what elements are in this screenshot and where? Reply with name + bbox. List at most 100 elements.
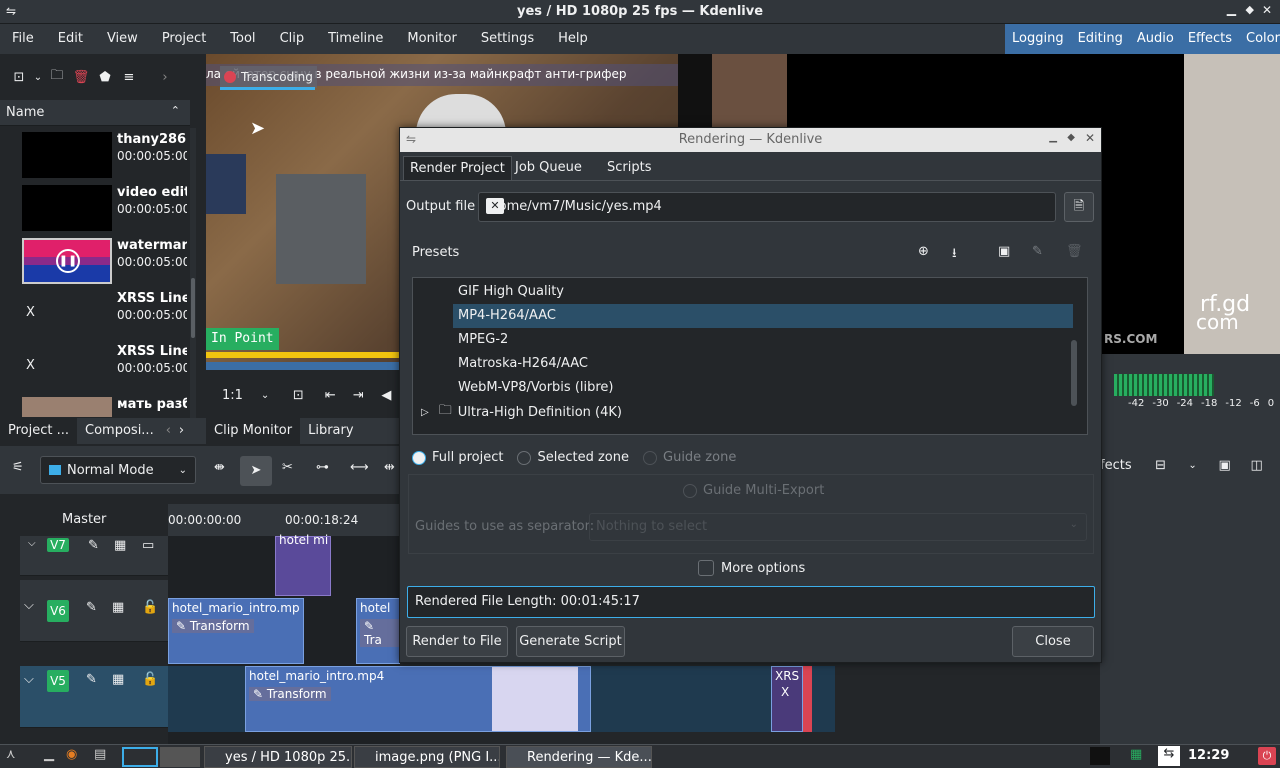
split-icon[interactable]: ◫ bbox=[1246, 458, 1268, 473]
folder-icon[interactable]: 🗀 bbox=[46, 66, 68, 88]
settings-icon[interactable]: ⚟ bbox=[12, 460, 24, 475]
menu-timeline[interactable]: Timeline bbox=[316, 24, 395, 54]
clock[interactable]: 12:29 bbox=[1188, 748, 1229, 763]
slip-tool-icon[interactable]: ⊶ bbox=[316, 460, 329, 475]
menu-help[interactable]: Help bbox=[546, 24, 600, 54]
timeline-clip-red[interactable] bbox=[803, 666, 812, 732]
guide-multi-export-checkbox[interactable]: Guide Multi-Export bbox=[683, 483, 824, 498]
track-header-v7[interactable]: ⌵ V7 ✎ ▦ ▭ bbox=[20, 536, 168, 576]
bin-clip-item[interactable]: мать разб bbox=[0, 393, 190, 417]
close-icon[interactable]: ✕ bbox=[1085, 131, 1095, 145]
delete-preset-icon[interactable]: 🗑 bbox=[1066, 244, 1083, 259]
tab-scripts[interactable]: Scripts bbox=[601, 156, 657, 180]
preset-item-selected[interactable]: MP4-H264/AAC bbox=[453, 304, 1073, 328]
layout-effects[interactable]: Effects bbox=[1181, 24, 1239, 54]
menu-monitor[interactable]: Monitor bbox=[395, 24, 468, 54]
compare-icon[interactable]: ⊟ bbox=[1150, 458, 1172, 473]
pen-icon[interactable]: ✎ bbox=[86, 600, 97, 615]
minimize-all-icon[interactable]: ▁ bbox=[44, 747, 54, 762]
roll-tool-icon[interactable]: ⇹ bbox=[384, 460, 395, 475]
add-clip-icon[interactable]: ⊡ bbox=[8, 70, 30, 85]
set-out-icon[interactable]: ⇥ bbox=[347, 388, 369, 403]
save-icon[interactable]: ▣ bbox=[1214, 458, 1236, 473]
radio-guide-zone[interactable] bbox=[643, 450, 657, 465]
layout-color[interactable]: Color bbox=[1239, 24, 1280, 54]
firefox-icon[interactable]: ◉ bbox=[66, 747, 77, 762]
edit-mode-select[interactable]: Normal Mode ⌄ bbox=[40, 456, 196, 484]
chevron-right-icon[interactable]: › bbox=[175, 418, 188, 444]
switch-user-icon[interactable]: ⇆ bbox=[1158, 746, 1180, 766]
tab-project[interactable]: Project ... bbox=[0, 418, 78, 444]
bin-clip-item[interactable]: video edite 00:00:05:00 bbox=[0, 181, 190, 234]
chevron-down-icon[interactable]: ⌵ bbox=[24, 672, 34, 687]
tag-icon[interactable]: ⬟ bbox=[94, 70, 116, 85]
bin-clip-item[interactable]: X XRSS Liner 00:00:05:00 bbox=[0, 340, 190, 393]
menu-file[interactable]: File bbox=[0, 24, 46, 54]
power-icon[interactable]: ⏻ bbox=[1258, 747, 1276, 765]
clear-icon[interactable]: ✕ bbox=[486, 198, 504, 214]
network-icon[interactable]: ▦ bbox=[1130, 747, 1142, 762]
guides-select[interactable]: Nothing to select ⌄ bbox=[589, 513, 1087, 541]
more-options-checkbox[interactable]: More options bbox=[698, 560, 805, 576]
download-preset-icon[interactable]: ⭳ bbox=[952, 244, 957, 266]
timeline-clip[interactable]: hotel ✎ Tra bbox=[356, 598, 400, 664]
preset-item[interactable]: WebM-VP8/Vorbis (libre) bbox=[458, 376, 1078, 400]
preset-item[interactable]: Matroska-H264/AAC bbox=[458, 352, 1078, 376]
generate-script-button[interactable]: Generate Script bbox=[516, 626, 625, 657]
film-icon[interactable]: ▦ bbox=[114, 538, 126, 553]
minimize-icon[interactable]: ▁ bbox=[1049, 132, 1057, 143]
desktop-pager[interactable] bbox=[160, 747, 200, 767]
chevron-down-icon[interactable]: ⌵ bbox=[28, 538, 36, 549]
preset-item[interactable]: MPEG-2 bbox=[458, 328, 1078, 352]
timeline-clip[interactable]: hotel mi bbox=[275, 533, 331, 596]
pen-icon[interactable]: ✎ bbox=[88, 538, 99, 553]
timeline-clip[interactable]: hotel_mario_intro.mp4 ✎ Transform bbox=[245, 666, 591, 732]
timeline-clip[interactable]: XRS X bbox=[771, 666, 803, 732]
film-icon[interactable]: ▦ bbox=[112, 600, 124, 615]
master-label[interactable]: Master bbox=[62, 512, 106, 527]
tab-clip-monitor[interactable]: Clip Monitor bbox=[206, 418, 301, 444]
layout-logging[interactable]: Logging bbox=[1005, 24, 1071, 54]
bin-clip-item[interactable]: ❚❚ watermarl 00:00:05:00 bbox=[0, 234, 190, 287]
track-header-v5[interactable]: ⌵ V5 ✎ ▦ 🔓 bbox=[20, 666, 168, 728]
tab-compositions[interactable]: Composi... bbox=[77, 418, 162, 444]
close-icon[interactable]: ✕ bbox=[1262, 3, 1272, 17]
pen-icon[interactable]: ✎ bbox=[86, 672, 97, 687]
radio-selected-zone[interactable] bbox=[517, 450, 532, 465]
timeline-ruler[interactable]: 00:00:00:00 00:00:18:24 bbox=[168, 504, 403, 536]
set-in-icon[interactable]: ⇤ bbox=[319, 388, 341, 403]
chevron-right-icon[interactable]: › bbox=[154, 70, 176, 85]
new-preset-icon[interactable]: ⊕ bbox=[918, 244, 929, 259]
files-icon[interactable]: ▤ bbox=[94, 747, 106, 762]
bin-clip-item[interactable]: X XRSS Liner 00:00:05:00 bbox=[0, 287, 190, 340]
spacer-tool-icon[interactable]: ⇼ bbox=[214, 460, 225, 475]
film-icon[interactable]: ▦ bbox=[112, 672, 124, 687]
edit-preset-icon[interactable]: ✎ bbox=[1032, 244, 1043, 259]
preset-category[interactable]: ▷ 🗀 Ultra-High Definition (4K) bbox=[421, 401, 622, 423]
preset-scrollbar[interactable] bbox=[1071, 340, 1077, 406]
play-back-icon[interactable]: ◀ bbox=[375, 388, 397, 403]
lock-icon[interactable]: ▭ bbox=[142, 538, 154, 553]
razor-tool-icon[interactable]: ✂ bbox=[282, 460, 293, 475]
close-button[interactable]: Close bbox=[1012, 626, 1094, 657]
fit-icon[interactable]: ⊡ bbox=[287, 388, 309, 403]
lock-icon[interactable]: 🔓 bbox=[142, 672, 158, 687]
chevron-left-icon[interactable]: ‹ bbox=[162, 418, 175, 444]
delete-icon[interactable]: 🗑 bbox=[70, 70, 92, 85]
layout-editing[interactable]: Editing bbox=[1071, 24, 1130, 54]
radio-full-project[interactable] bbox=[412, 450, 426, 465]
bin-column-header[interactable]: Name ⌃ bbox=[0, 100, 190, 126]
task-rendering[interactable]: Rendering — Kde... bbox=[506, 746, 652, 768]
chevron-down-icon[interactable]: ⌄ bbox=[32, 72, 44, 83]
tab-render-project[interactable]: Render Project bbox=[403, 156, 512, 180]
render-to-file-button[interactable]: Render to File bbox=[406, 626, 508, 657]
output-file-field[interactable]: /home/vm7/Music/yes.mp4 ✕ bbox=[478, 192, 1056, 222]
tab-job-queue[interactable]: Job Queue bbox=[509, 156, 588, 180]
preset-item[interactable]: GIF High Quality bbox=[458, 280, 1078, 304]
menu-clip[interactable]: Clip bbox=[268, 24, 317, 54]
chevron-down-icon[interactable]: ⌄ bbox=[1182, 460, 1204, 471]
timeline-clip[interactable]: hotel_mario_intro.mp ✎ Transform bbox=[168, 598, 304, 664]
ripple-tool-icon[interactable]: ⟷ bbox=[350, 460, 369, 475]
track-header-v6[interactable]: ⌵ V6 ✎ ▦ 🔓 bbox=[20, 580, 168, 642]
lock-icon[interactable]: 🔓 bbox=[142, 600, 158, 615]
